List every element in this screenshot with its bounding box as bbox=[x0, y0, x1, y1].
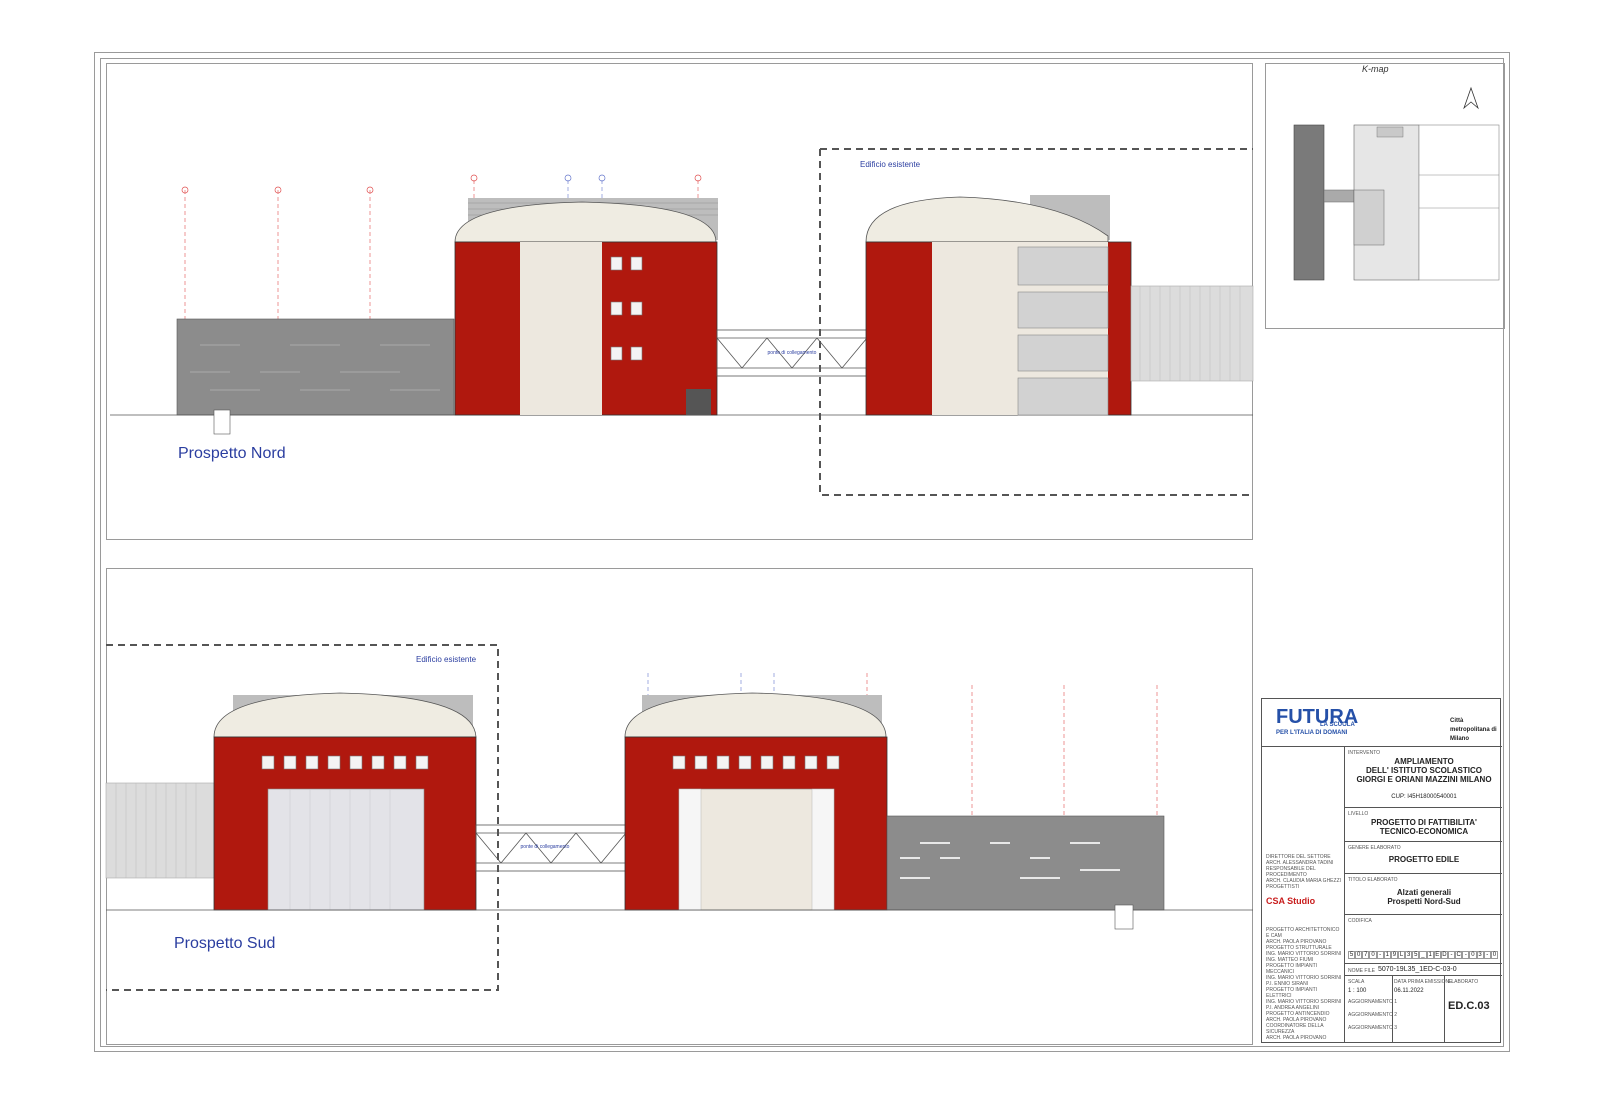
note-line: Progetto impianti Elettrici bbox=[1266, 987, 1318, 999]
elaborato-label: ELABORATO bbox=[1448, 979, 1479, 985]
code-char: 0 bbox=[1490, 951, 1498, 959]
note-line: Responsabile del procedimento bbox=[1266, 866, 1316, 878]
genere-value: PROGETTO EDILE bbox=[1388, 855, 1460, 864]
code-char: 9 bbox=[1390, 951, 1398, 959]
code-char: 1 bbox=[1383, 951, 1391, 959]
agg-1: Aggiornamento 1 bbox=[1348, 999, 1398, 1005]
code-char: 3 bbox=[1476, 951, 1484, 959]
agg-3: Aggiornamento 3 bbox=[1348, 1025, 1398, 1031]
studio-name: CSA Studio bbox=[1266, 896, 1316, 906]
left-notes-2: Progetto architettonico e CAM arch. Paol… bbox=[1266, 927, 1342, 1041]
note-line: arch. Paola Pirovano bbox=[1266, 1035, 1327, 1041]
note-line: Progetto impianti Meccanici bbox=[1266, 963, 1318, 975]
elaborato-value: ED.C.03 bbox=[1448, 1000, 1490, 1012]
code-char: D bbox=[1440, 951, 1448, 959]
project-line-3: GIORGI E ORIANI MAZZINI MILANO bbox=[1356, 775, 1492, 784]
code-char: - bbox=[1376, 951, 1384, 959]
code-char: 0 bbox=[1369, 951, 1377, 959]
titolo-line-2: Prospetti Nord-Sud bbox=[1387, 897, 1461, 906]
titolo-line-1: Alzati generali bbox=[1396, 888, 1452, 897]
code-char: - bbox=[1462, 951, 1470, 959]
titolo-label: TITOLO ELABORATO bbox=[1348, 877, 1398, 883]
code-char: - bbox=[1483, 951, 1491, 959]
code-char: L bbox=[1397, 951, 1406, 959]
project-line-2: DELL' ISTITUTO SCOLASTICO bbox=[1366, 766, 1482, 775]
note-line: Progetto architettonico e CAM bbox=[1266, 927, 1340, 939]
left-notes: Direttore del settore Arch. Alessandra T… bbox=[1266, 854, 1342, 890]
nome-file-value: 5070-19L35_1ED-C-03-0 bbox=[1378, 966, 1457, 973]
north-arrow-icon bbox=[1463, 86, 1479, 110]
code-char: 7 bbox=[1362, 951, 1370, 959]
scala-label: SCALA bbox=[1348, 979, 1365, 985]
code-char: 3 bbox=[1405, 951, 1413, 959]
code-char: 1 bbox=[1426, 951, 1434, 959]
code-char: 0 bbox=[1355, 951, 1363, 959]
project-line-1: AMPLIAMENTO bbox=[1394, 757, 1454, 766]
note-line: Coordinatore della Sicurezza bbox=[1266, 1023, 1324, 1035]
genere-label: GENERE ELABORATO bbox=[1348, 845, 1401, 851]
title-block: FUTURA LA SCUOLA PER L'ITALIA DI DOMANI … bbox=[1261, 698, 1502, 1043]
scala-value: 1 : 100 bbox=[1348, 988, 1367, 994]
code-char: _ bbox=[1419, 951, 1427, 959]
futura-logo-sub2: PER L'ITALIA DI DOMANI bbox=[1276, 730, 1348, 736]
code-char: - bbox=[1447, 951, 1456, 959]
code-char: E bbox=[1433, 951, 1441, 959]
cup-code: CUP: I45H18000540001 bbox=[1391, 794, 1457, 800]
data-value: 06.11.2022 bbox=[1394, 988, 1424, 994]
metro-label: Città metropolitana di Milano bbox=[1450, 718, 1497, 742]
agg-2: Aggiornamento 2 bbox=[1348, 1012, 1398, 1018]
livello-line-1: PROGETTO DI FATTIBILITA' bbox=[1371, 818, 1477, 827]
livello-line-2: TECNICO-ECONOMICA bbox=[1379, 827, 1469, 836]
code-char: 5 bbox=[1348, 951, 1356, 959]
codifica-label: CODIFICA bbox=[1348, 918, 1372, 924]
code-char: 0 bbox=[1469, 951, 1477, 959]
code-boxes: 5 0 7 0 - 1 9 L 3 5 _ 1 E D - C - 0 3 - … bbox=[1348, 951, 1498, 959]
code-char: 5 bbox=[1412, 951, 1420, 959]
code-char: C bbox=[1455, 951, 1463, 959]
note-line: Progettisti bbox=[1266, 884, 1300, 890]
